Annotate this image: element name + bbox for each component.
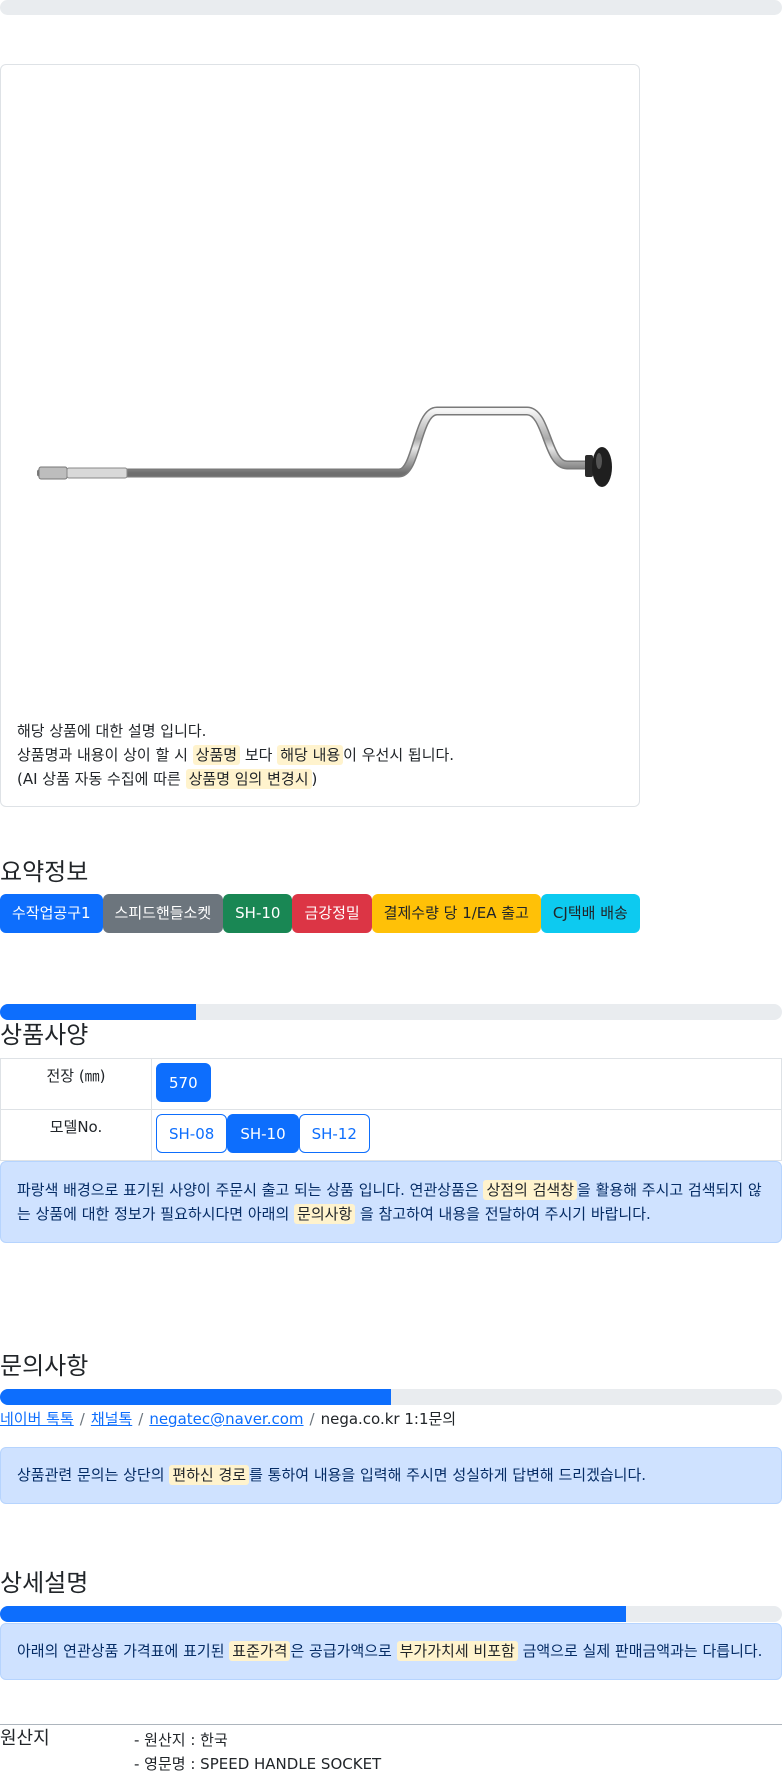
option-length-570[interactable]: 570 <box>156 1063 211 1102</box>
summary-progress-bar <box>0 1004 782 1020</box>
badge-shipping: CJ택배 배송 <box>540 894 640 933</box>
description-line-2: 상품명과 내용이 상이 할 시 상품명 보다 해당 내용 이 우선시 됩니다. <box>17 743 454 767</box>
origin-divider <box>0 1724 782 1725</box>
summary-title: 요약정보 <box>0 858 89 886</box>
top-progress-bar <box>0 0 782 15</box>
link-separator: / <box>138 1410 144 1428</box>
origin-label: 원산지 <box>0 1728 50 1749</box>
highlight-content: 해당 내용 <box>277 745 344 765</box>
badge-brand[interactable]: 금강정밀 <box>292 894 372 933</box>
spec-row-length: 전장 (㎜) 570 <box>0 1058 782 1110</box>
origin-english-name: - 영문명 : SPEED HANDLE SOCKET <box>134 1755 382 1773</box>
highlight-store-search: 상점의 검색창 <box>483 1180 578 1200</box>
spec-options-model: SH-08 SH-10 SH-12 <box>151 1109 782 1161</box>
description-line-3: (AI 상품 자동 수집에 따른 상품명 임의 변경시) <box>17 767 454 791</box>
notice-text: 금액으로 실제 판매금액과는 다릅니다. <box>517 1642 763 1660</box>
detail-progress-fill <box>0 1606 626 1622</box>
product-card: 해당 상품에 대한 설명 입니다. 상품명과 내용이 상이 할 시 상품명 보다… <box>0 64 640 807</box>
highlight-product-name: 상품명 <box>192 745 241 765</box>
inquiry-progress-fill <box>0 1389 391 1405</box>
description-text: (AI 상품 자동 수집에 따른 <box>17 770 186 788</box>
inquiry-notice: 상품관련 문의는 상단의 편하신 경로 를 통하여 내용을 입력해 주시면 성실하… <box>0 1447 782 1504</box>
badge-category[interactable]: 수작업공구1 <box>0 894 103 933</box>
notice-text: 은 공급가액으로 <box>290 1642 397 1660</box>
link-channel-talk[interactable]: 채널톡 <box>91 1410 132 1428</box>
detail-notice: 아래의 연관상품 가격표에 표기된 표준가격 은 공급가액으로 부가가치세 비포함… <box>0 1623 782 1680</box>
notice-text: 상품관련 문의는 상단의 <box>17 1466 170 1484</box>
option-model-sh08[interactable]: SH-08 <box>156 1114 228 1153</box>
product-image <box>37 406 612 487</box>
link-email[interactable]: negatec@naver.com <box>149 1410 303 1428</box>
summary-badges: 수작업공구1 스피드핸들소켓 SH-10 금강정밀 결제수량 당 1/EA 출고… <box>0 894 640 933</box>
spec-table: 전장 (㎜) 570 모델No. SH-08 SH-10 SH-12 <box>0 1058 782 1161</box>
link-separator: / <box>79 1410 85 1428</box>
highlight-name-change: 상품명 임의 변경시 <box>185 769 312 789</box>
link-separator: / <box>309 1410 315 1428</box>
detail-title: 상세설명 <box>0 1569 89 1597</box>
notice-text: 를 통하여 내용을 입력해 주시면 성실하게 답변해 드리겠습니다. <box>249 1466 647 1484</box>
specs-title: 상품사양 <box>0 1021 89 1049</box>
badge-product-type[interactable]: 스피드핸들소켓 <box>102 894 224 933</box>
description-text: 상품명과 내용이 상이 할 시 <box>17 746 193 764</box>
badge-quantity: 결제수량 당 1/EA 출고 <box>371 894 541 933</box>
option-model-sh12[interactable]: SH-12 <box>298 1114 370 1153</box>
product-description: 해당 상품에 대한 설명 입니다. 상품명과 내용이 상이 할 시 상품명 보다… <box>17 719 454 791</box>
spec-notice: 파랑색 배경으로 표기된 사양이 주문시 출고 되는 상품 입니다. 연관상품은… <box>0 1161 782 1243</box>
notice-text: 아래의 연관상품 가격표에 표기된 <box>17 1642 230 1660</box>
highlight-vat-excluded: 부가가치세 비포함 <box>396 1641 518 1661</box>
option-model-sh10[interactable]: SH-10 <box>227 1114 299 1153</box>
highlight-inquiry: 문의사항 <box>294 1204 356 1224</box>
description-text: ) <box>311 770 318 788</box>
notice-text: 파랑색 배경으로 표기된 사양이 주문시 출고 되는 상품 입니다. 연관상품은 <box>17 1181 484 1199</box>
inquiry-title: 문의사항 <box>0 1352 89 1380</box>
description-text: 보다 <box>240 746 278 764</box>
link-naver-talk[interactable]: 네이버 톡톡 <box>0 1410 74 1428</box>
spec-label-length: 전장 (㎜) <box>0 1058 152 1110</box>
site-inquiry-text: nega.co.kr 1:1문의 <box>320 1410 457 1428</box>
highlight-convenient-route: 편하신 경로 <box>169 1465 250 1485</box>
origin-country: - 원산지 : 한국 <box>134 1731 228 1749</box>
description-text: 이 우선시 됩니다. <box>343 746 455 764</box>
notice-text: 을 참고하여 내용을 전달하여 주시기 바랍니다. <box>355 1205 651 1223</box>
contact-links: 네이버 톡톡 / 채널톡 / negatec@naver.com / nega.co.kr … <box>0 1408 456 1429</box>
origin-list: - 원산지 : 한국 - 영문명 : SPEED HANDLE SOCKET <box>134 1728 381 1775</box>
spec-options-length: 570 <box>151 1058 782 1110</box>
spec-label-model: 모델No. <box>0 1109 152 1161</box>
detail-progress-bar <box>0 1606 782 1622</box>
highlight-standard-price: 표준가격 <box>229 1641 291 1661</box>
spec-row-model: 모델No. SH-08 SH-10 SH-12 <box>0 1109 782 1161</box>
inquiry-progress-bar <box>0 1389 782 1405</box>
description-line-1: 해당 상품에 대한 설명 입니다. <box>17 722 207 740</box>
badge-model[interactable]: SH-10 <box>223 894 293 933</box>
